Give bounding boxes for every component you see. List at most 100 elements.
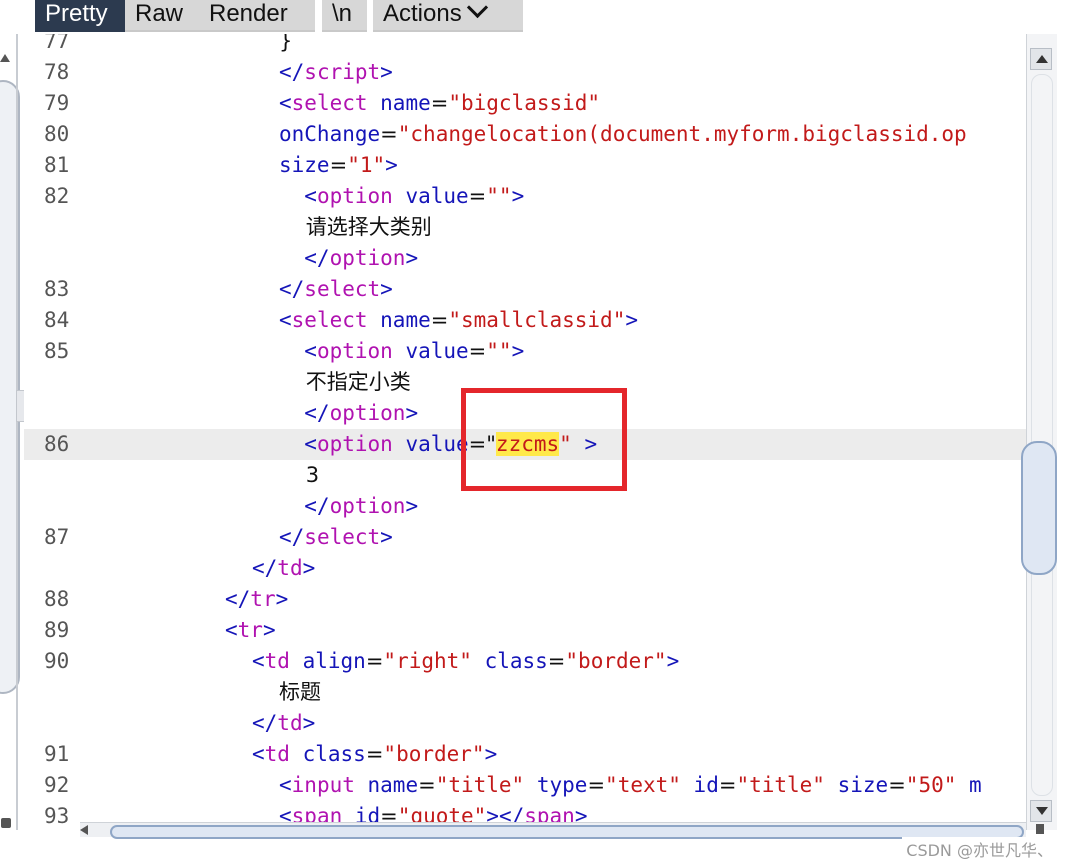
actions-label: Actions [383,0,462,27]
scroll-down-arrow-icon[interactable] [1,818,11,828]
code-line[interactable]: 92 <input name="title" type="text" id="ti… [24,770,1026,801]
code-token: align [289,649,366,673]
line-number: 84 [44,308,70,332]
code-token: =" [468,432,496,456]
code-line[interactable]: 91 <td class="border"> [24,739,1026,770]
actions-dropdown[interactable]: Actions [373,0,523,32]
vertical-scrollbar[interactable] [1021,34,1057,830]
code-line[interactable]: 83 </select> [24,274,1026,305]
code-token: select [304,525,381,549]
tab-raw[interactable]: Raw [125,0,199,32]
code-token: > [405,246,419,270]
code-line[interactable]: 87 </select> [24,522,1026,553]
code-line[interactable]: 86 <option value="zzcms" > [24,429,1026,460]
scroll-up-button[interactable] [1030,48,1052,70]
line-number: 91 [44,742,70,766]
code-text: <select name="smallclassid"> [279,305,638,336]
code-token: = [380,122,398,146]
line-number: 77 [44,34,70,53]
code-token: "bigclassid" [448,91,601,115]
code-line[interactable]: 77} [24,34,1026,57]
code-token: > [262,618,276,642]
code-line[interactable]: 79 <select name="bigclassid" [24,88,1026,119]
code-token: > [302,711,316,735]
code-text: </td> [252,553,315,584]
code-line[interactable]: </option> [24,491,1026,522]
code-text: </option> [279,243,418,274]
code-token: </ [279,401,330,425]
code-token: > [405,494,419,518]
code-line[interactable]: </option> [24,398,1026,429]
code-token: option [316,339,393,363]
csdn-watermark: CSDN @亦世凡华、 [902,837,1057,861]
code-token: "smallclassid" [448,308,626,332]
code-token: < [252,649,265,673]
code-token: option [316,432,393,456]
line-number: 90 [44,649,70,673]
code-token: value [392,184,469,208]
code-line[interactable]: </td> [24,553,1026,584]
line-number: 92 [44,773,70,797]
code-token: option [329,401,406,425]
arrow-right-icon[interactable] [1036,824,1044,834]
scroll-up-arrow-icon[interactable] [0,54,10,62]
code-text: 3 [279,460,319,491]
code-token: > [405,401,419,425]
code-line[interactable]: 89 <tr> [24,615,1026,646]
code-text: </script> [279,57,393,88]
code-token: = [468,184,487,208]
code-line[interactable]: 不指定小类 [24,367,1026,398]
code-token: size [279,153,330,177]
code-token: td [264,742,290,766]
code-line[interactable]: 90 <td align="right" class="border"> [24,646,1026,677]
horizontal-scrollbar[interactable] [80,822,1026,839]
code-token: "1" [347,153,386,177]
code-line[interactable]: 80 onChange="changelocation(document.myfo… [24,119,1026,150]
horizontal-scroll-thumb[interactable] [110,825,1024,839]
line-number: 78 [44,60,70,84]
code-token: > [380,277,393,301]
code-token: "text" [605,773,681,797]
code-token: option [329,494,406,518]
line-number: 85 [44,339,70,363]
code-token: > [302,556,316,580]
code-line[interactable]: 3 [24,460,1026,491]
code-token: tr [237,618,263,642]
code-token: </ [279,60,305,84]
code-token: </ [279,277,305,301]
code-text: <select name="bigclassid" [279,88,600,119]
code-token: < [252,742,265,766]
code-line[interactable]: 请选择大类别 [24,212,1026,243]
code-text: <input name="title" type="text" id="titl… [279,770,982,801]
code-text: <option value=""> [279,181,524,212]
code-token: "" [486,339,512,363]
code-token: type [524,773,588,797]
tab-newline[interactable]: \n [322,0,367,32]
code-token: td [277,711,303,735]
code-line[interactable]: 85 <option value=""> [24,336,1026,367]
code-editor[interactable]: 77} 78 </script> 79 <select name="bigclassid… [24,34,1026,830]
code-token: = [547,649,566,673]
code-text: <td align="right" class="border"> [252,646,679,677]
code-line[interactable]: 81 size="1"> [24,150,1026,181]
tab-render[interactable]: Render [199,0,315,32]
code-line[interactable]: 标题 [24,677,1026,708]
code-token: = [718,773,737,797]
code-line[interactable]: 84 <select name="smallclassid"> [24,305,1026,336]
code-line[interactable]: </option> [24,243,1026,274]
code-token: "50" [905,773,957,797]
code-token: select [291,91,368,115]
code-text: <option value="zzcms" > [279,429,597,460]
code-line[interactable]: 82 <option value=""> [24,181,1026,212]
arrow-left-icon[interactable] [80,825,88,835]
code-line[interactable]: </td> [24,708,1026,739]
code-token: > [511,339,525,363]
vertical-scroll-thumb[interactable] [1021,441,1057,575]
code-text: <tr> [225,615,276,646]
tab-pretty[interactable]: Pretty [35,0,125,32]
code-text: size="1"> [279,150,398,181]
code-token: > [571,432,598,456]
scroll-down-button[interactable] [1030,800,1052,822]
code-line[interactable]: 78 </script> [24,57,1026,88]
code-line[interactable]: 88 </tr> [24,584,1026,615]
